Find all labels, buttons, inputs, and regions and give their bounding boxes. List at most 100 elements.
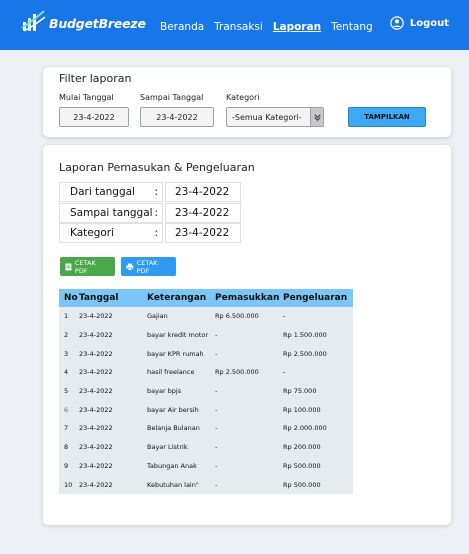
document-icon [65,263,72,270]
table-row: 10 23-4-2022 Kebutuhan lain" - Rp 500.000 [59,475,353,494]
cell-expense: - [283,312,286,321]
cell-income: Rp 6.500.000 [215,312,259,321]
table-row: 8 23-4-2022 Bayar Listrik - Rp 200.000 [59,437,353,457]
table-row: 9 23-4-2022 Tabungan Anak - Rp 500.000 [59,456,353,476]
cell-no: 8 [64,443,69,452]
cell-description: Belanja Bulanan [147,424,200,433]
col-tanggal: Tanggal [79,293,119,303]
nav-beranda[interactable]: Beranda [160,21,204,33]
cell-expense: Rp 2.000.000 [283,424,327,433]
cell-date: 23-4-2022 [79,443,113,452]
cell-date: 23-4-2022 [79,331,113,340]
start-date-label: Mulai Tanggal [59,93,114,102]
table-row: 2 23-4-2022 bayar kredit motor - Rp 1.500.00… [59,325,353,345]
table-row: 6 23-4-2022 bayar Air bersih - Rp 100.000 [59,400,353,420]
cell-income: - [215,443,218,452]
print-pdf-button-blue[interactable]: CETAK PDF [121,257,176,276]
col-no: No [64,293,78,303]
cell-description: bayar KPR rumah [147,349,204,358]
brand-logo[interactable]: BudgetBreeze [20,8,146,34]
transactions-table: No Tanggal Keterangan Pemasukkan Pengelu… [59,289,353,494]
cell-no: 7 [64,424,69,433]
category-select[interactable]: -Semua Kategori- [226,107,324,127]
table-row: 7 23-4-2022 Belanja Bulanan - Rp 2.000.000 [59,419,353,438]
cell-expense: - [283,368,286,377]
logout-button[interactable]: Logout [390,16,449,30]
cell-income: - [215,424,218,433]
top-navbar: BudgetBreeze Beranda Transaksi Laporan T… [0,0,469,50]
info-label-start: Dari tanggal [70,186,135,198]
table-row: 1 23-4-2022 Gajian Rp 6.500.000 - [59,307,353,326]
report-card: Laporan Pemasukan & Pengeluaran Dari tan… [43,145,451,525]
cell-no: 2 [64,331,69,340]
report-title: Laporan Pemasukan & Pengeluaran [59,161,255,174]
print-pdf-label-green: CETAK PDF [74,258,96,275]
category-label: Kategori [226,93,260,102]
cell-description: bayar kredit motor [147,331,209,340]
breeze-logo-icon [21,10,46,32]
info-separator: : [154,207,158,219]
cell-income: - [215,480,218,489]
cell-no: 9 [64,461,69,470]
cell-no: 6 [64,405,69,414]
cell-date: 23-4-2022 [79,387,113,396]
cell-no: 4 [64,368,69,377]
chevron-down-icon[interactable] [310,108,323,126]
col-pengeluaran: Pengeluaran [283,293,348,303]
info-separator: : [154,186,158,198]
info-row-category: Kategori: 23-4-2022 [59,223,241,243]
print-pdf-label-blue: CETAK PDF [136,258,158,275]
nav-tentang[interactable]: Tentang [331,21,373,33]
cell-description: hasil freelance [147,368,195,377]
info-label-category: Kategori [70,227,115,239]
cell-no: 10 [64,480,73,489]
nav-laporan[interactable]: Laporan [273,21,321,33]
cell-description: Gajian [147,312,168,321]
col-pemasukkan: Pemasukkan [215,293,280,303]
info-value-start: 23-4-2022 [165,182,241,202]
cell-income: Rp 2.500.000 [215,368,259,377]
cell-description: bayar bpjs [147,387,182,396]
table-row: 3 23-4-2022 bayar KPR rumah - Rp 2.500.000 [59,344,353,364]
cell-income: - [215,405,218,414]
cell-date: 23-4-2022 [79,405,113,414]
end-date-label: Sampai Tanggal [140,93,204,102]
cell-expense: Rp 200.000 [283,443,321,452]
print-pdf-button-green[interactable]: CETAK PDF [60,257,115,276]
info-row-start: Dari tanggal: 23-4-2022 [59,182,241,202]
show-button[interactable]: TAMPILKAN [348,107,426,127]
cell-expense: Rp 100.000 [283,405,321,414]
info-value-category: 23-4-2022 [165,223,241,243]
cell-income: - [215,349,218,358]
cell-date: 23-4-2022 [79,480,113,489]
info-separator: : [154,227,158,239]
cell-expense: Rp 500.000 [283,461,321,470]
cell-no: 1 [64,312,69,321]
main-nav: Beranda Transaksi Laporan Tentang [160,21,383,33]
cell-description: bayar Air bersih [147,405,199,414]
cell-income: - [215,331,218,340]
info-label-end: Sampai tanggal [70,207,153,219]
cell-description: Bayar Listrik [147,443,188,452]
cell-date: 23-4-2022 [79,461,113,470]
cell-date: 23-4-2022 [79,368,113,377]
info-row-end: Sampai tanggal: 23-4-2022 [59,203,241,223]
table-header: No Tanggal Keterangan Pemasukkan Pengelu… [59,289,353,307]
table-row: 4 23-4-2022 hasil freelance Rp 2.500.000 - [59,363,353,382]
cell-expense: Rp 2.500.000 [283,349,327,358]
cell-no: 5 [64,387,69,396]
table-row: 5 23-4-2022 bayar bpjs - Rp 75.000 [59,381,353,401]
cell-income: - [215,387,218,396]
cell-description: Tabungan Anak [147,461,197,470]
nav-transaksi[interactable]: Transaksi [214,21,263,33]
end-date-field[interactable]: 23-4-2022 [140,107,214,127]
filter-card: Filter laporan Mulai Tanggal 23-4-2022 S… [43,67,451,137]
info-value-end: 23-4-2022 [165,203,241,223]
start-date-field[interactable]: 23-4-2022 [59,107,129,127]
brand-name: BudgetBreeze [49,15,146,31]
logout-label: Logout [409,17,449,29]
cell-expense: Rp 500.000 [283,480,321,489]
cell-income: - [215,461,218,470]
category-select-value: -Semua Kategori- [232,112,302,122]
col-keterangan: Keterangan [147,293,207,303]
